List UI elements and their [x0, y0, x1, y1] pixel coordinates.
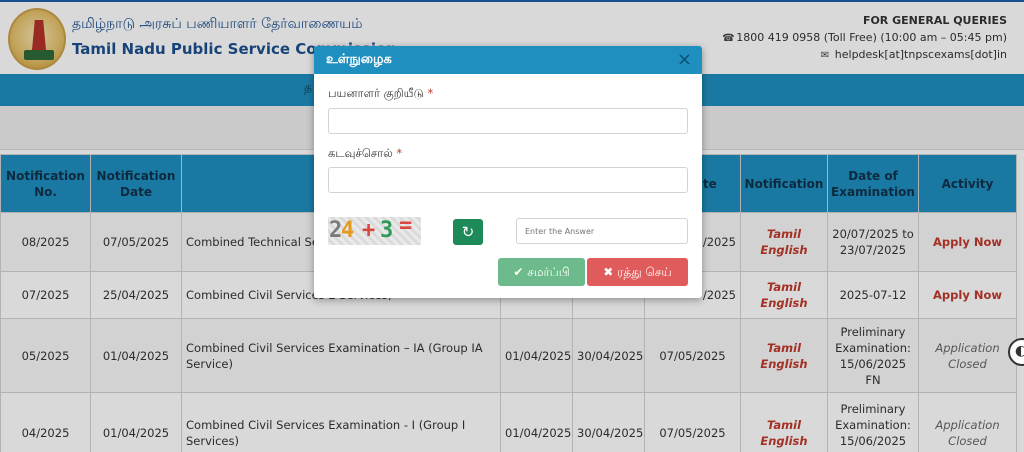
check-icon: ✔: [513, 265, 524, 279]
close-icon[interactable]: ×: [677, 49, 692, 70]
captcha-char: 4: [341, 218, 355, 243]
username-label-text: பயனாளர் குறியீடு: [328, 86, 424, 100]
required-mark: *: [396, 146, 403, 160]
captcha-image: 2 4 + 3 =: [328, 217, 421, 245]
submit-button[interactable]: ✔ சமர்ப்பி: [498, 258, 585, 286]
submit-label: சமர்ப்பி: [527, 265, 570, 279]
captcha-answer-input[interactable]: [516, 218, 688, 244]
modal-title: உள்நுழைக: [326, 52, 392, 67]
username-input[interactable]: [328, 108, 688, 134]
captcha-char: =: [399, 217, 413, 238]
required-mark: *: [427, 86, 434, 100]
captcha-char: 3: [380, 218, 394, 243]
refresh-captcha-button[interactable]: ↻: [453, 219, 483, 245]
password-label: கடவுச்சொல் *: [328, 146, 402, 162]
cancel-label: ரத்து செய்: [617, 265, 672, 279]
cancel-button[interactable]: ✖ ரத்து செய்: [587, 258, 688, 286]
accessibility-icon: ◐: [1015, 343, 1024, 359]
username-label: பயனாளர் குறியீடு *: [328, 86, 433, 102]
password-input[interactable]: [328, 167, 688, 193]
password-label-text: கடவுச்சொல்: [328, 146, 393, 160]
modal-header: உள்நுழைக ×: [314, 46, 702, 74]
login-modal: உள்நுழைக × பயனாளர் குறியீடு * கடவுச்சொல்…: [314, 46, 702, 298]
refresh-icon: ↻: [461, 223, 475, 241]
cross-icon: ✖: [603, 265, 614, 279]
captcha-char: +: [362, 218, 376, 243]
